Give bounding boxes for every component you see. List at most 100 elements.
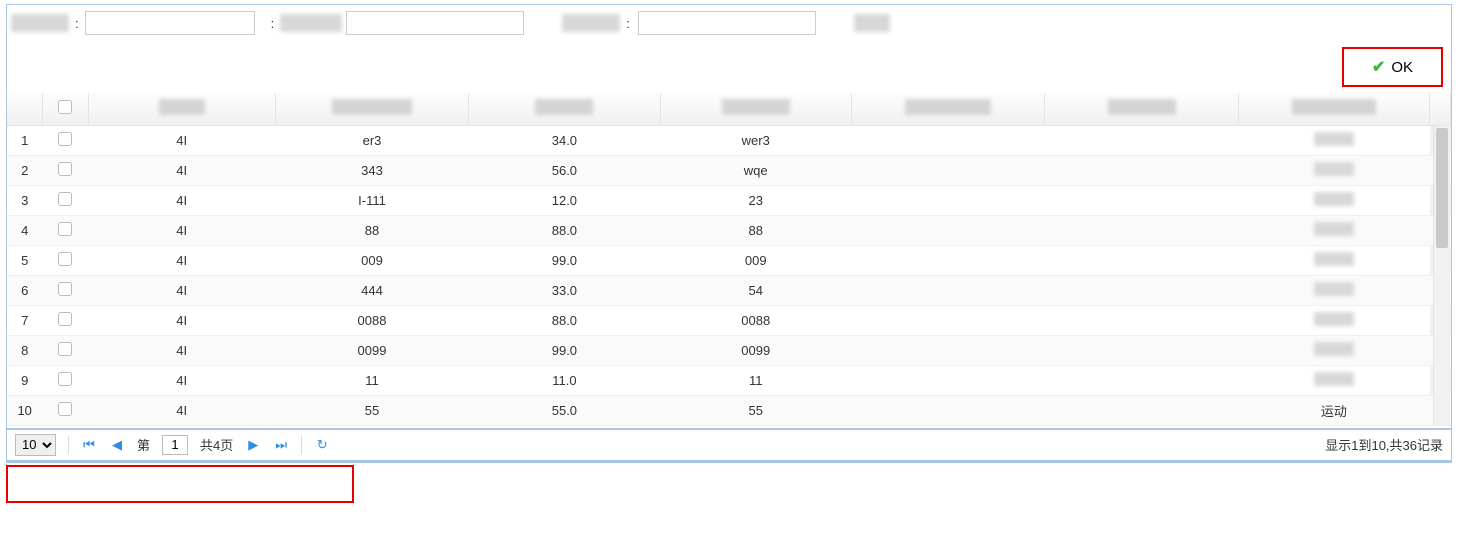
- row-index: 5: [7, 245, 42, 275]
- cell-c: 56.0: [469, 155, 660, 185]
- cell-d: 88: [660, 215, 851, 245]
- row-checkbox[interactable]: [58, 282, 72, 296]
- cell-g: [1238, 365, 1429, 395]
- cell-g: [1238, 245, 1429, 275]
- row-checkbox[interactable]: [58, 252, 72, 266]
- cell-g: [1238, 305, 1429, 335]
- cell-b: er3: [275, 125, 468, 155]
- cell-b: 009: [275, 245, 468, 275]
- cell-c: 12.0: [469, 185, 660, 215]
- colon-3: :: [624, 16, 632, 31]
- check-icon: ✔: [1372, 57, 1385, 77]
- row-checkbox[interactable]: [58, 372, 72, 386]
- col-header-index: [7, 93, 42, 125]
- row-index: 7: [7, 305, 42, 335]
- cell-a: 4I: [88, 395, 275, 425]
- table-row[interactable]: 34II-11112.023: [7, 185, 1451, 215]
- cell-e: [851, 215, 1044, 245]
- filter-input-3[interactable]: [638, 11, 816, 35]
- cell-a: 4I: [88, 365, 275, 395]
- cell-f: [1045, 125, 1238, 155]
- main-panel: : : : ✔ OK: [6, 4, 1452, 461]
- row-checkbox[interactable]: [58, 312, 72, 326]
- filter-label-4: [854, 14, 890, 32]
- cell-g: [1238, 185, 1429, 215]
- cell-g: [1238, 215, 1429, 245]
- table-row[interactable]: 44I8888.088: [7, 215, 1451, 245]
- refresh-icon[interactable]: ↻: [314, 437, 330, 453]
- ok-label: OK: [1391, 59, 1413, 76]
- row-index: 1: [7, 125, 42, 155]
- col-header-a[interactable]: [88, 93, 275, 125]
- cell-e: [851, 185, 1044, 215]
- row-checkbox-cell: [42, 215, 88, 245]
- cell-c: 55.0: [469, 395, 660, 425]
- row-checkbox-cell: [42, 245, 88, 275]
- cell-a: 4I: [88, 215, 275, 245]
- colon-1: :: [73, 16, 81, 31]
- select-all-checkbox[interactable]: [58, 100, 72, 114]
- divider: [68, 436, 69, 454]
- cell-e: [851, 245, 1044, 275]
- row-checkbox[interactable]: [58, 162, 72, 176]
- cell-e: [851, 275, 1044, 305]
- cell-f: [1045, 395, 1238, 425]
- col-header-e[interactable]: [851, 93, 1044, 125]
- filter-bar: : : :: [7, 5, 1451, 41]
- table-row[interactable]: 24I34356.0wqe: [7, 155, 1451, 185]
- col-header-c[interactable]: [469, 93, 660, 125]
- row-checkbox-cell: [42, 125, 88, 155]
- row-index: 2: [7, 155, 42, 185]
- row-index: 6: [7, 275, 42, 305]
- row-checkbox-cell: [42, 365, 88, 395]
- table-row[interactable]: 94I1111.011: [7, 365, 1451, 395]
- current-page-input[interactable]: [162, 435, 188, 455]
- cell-a: 4I: [88, 305, 275, 335]
- col-header-g[interactable]: [1238, 93, 1429, 125]
- next-page-icon[interactable]: ▶: [245, 437, 261, 453]
- cell-e: [851, 365, 1044, 395]
- row-checkbox[interactable]: [58, 222, 72, 236]
- cell-d: 0099: [660, 335, 851, 365]
- table-row[interactable]: 104I5555.055运动: [7, 395, 1451, 425]
- table-row[interactable]: 64I44433.054: [7, 275, 1451, 305]
- table-row[interactable]: 54I00999.0009: [7, 245, 1451, 275]
- page-size-select[interactable]: 10: [15, 434, 56, 456]
- cell-g: [1238, 125, 1429, 155]
- prev-page-icon[interactable]: ◀: [109, 437, 125, 453]
- pager-summary: 显示1到10,共36记录: [1325, 435, 1443, 454]
- cell-b: 11: [275, 365, 468, 395]
- vertical-scrollbar[interactable]: [1433, 126, 1450, 425]
- col-header-f[interactable]: [1045, 93, 1238, 125]
- cell-d: wer3: [660, 125, 851, 155]
- row-index: 9: [7, 365, 42, 395]
- cell-e: [851, 155, 1044, 185]
- row-checkbox[interactable]: [58, 132, 72, 146]
- cell-g: [1238, 275, 1429, 305]
- first-page-icon[interactable]: ⏮: [81, 437, 97, 453]
- row-checkbox[interactable]: [58, 402, 72, 416]
- filter-input-2[interactable]: [346, 11, 524, 35]
- row-index: 8: [7, 335, 42, 365]
- row-checkbox[interactable]: [58, 342, 72, 356]
- cell-e: [851, 305, 1044, 335]
- cell-c: 88.0: [469, 305, 660, 335]
- filter-label-2: [280, 14, 342, 32]
- table-row[interactable]: 84I009999.00099: [7, 335, 1451, 365]
- row-checkbox-cell: [42, 305, 88, 335]
- filter-input-1[interactable]: [85, 11, 255, 35]
- separator-line: [6, 461, 1452, 463]
- col-header-d[interactable]: [660, 93, 851, 125]
- cell-g: [1238, 335, 1429, 365]
- col-header-b[interactable]: [275, 93, 468, 125]
- cell-f: [1045, 155, 1238, 185]
- table-row[interactable]: 14Ier334.0wer3: [7, 125, 1451, 155]
- row-checkbox[interactable]: [58, 192, 72, 206]
- last-page-icon[interactable]: ⏭: [273, 437, 289, 453]
- cell-d: 0088: [660, 305, 851, 335]
- table-row[interactable]: 74I008888.00088: [7, 305, 1451, 335]
- table-header-row: [7, 93, 1451, 125]
- ok-button[interactable]: ✔ OK: [1342, 47, 1443, 87]
- cell-c: 88.0: [469, 215, 660, 245]
- scrollbar-thumb[interactable]: [1436, 128, 1448, 248]
